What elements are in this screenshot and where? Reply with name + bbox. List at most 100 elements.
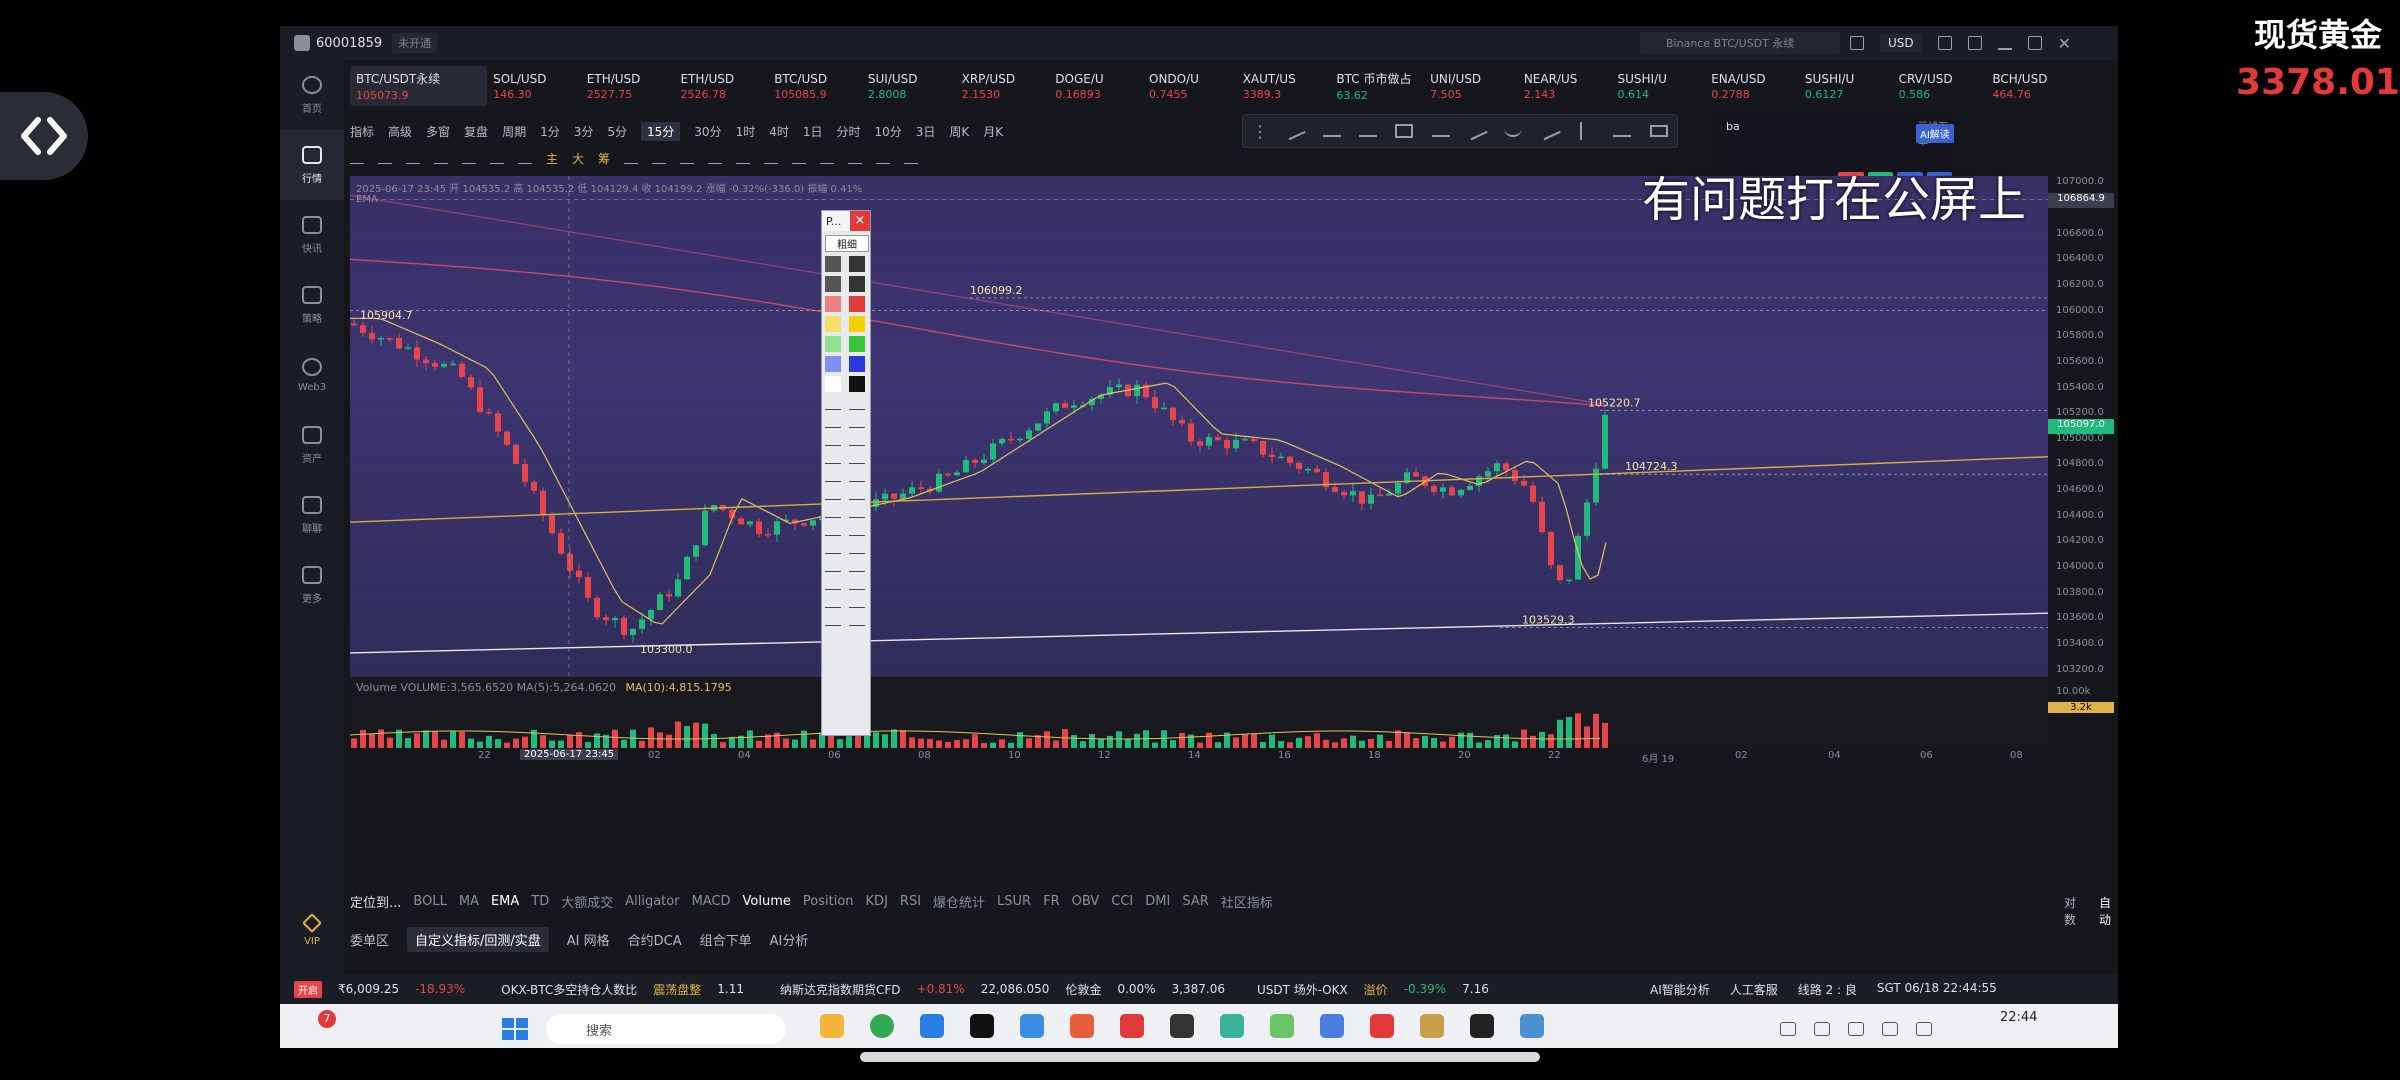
indicator-toggle[interactable]: MA — [459, 894, 479, 909]
color-swatch[interactable] — [825, 356, 841, 372]
channel-tool-icon[interactable] — [462, 152, 476, 164]
interval-button[interactable]: 3分 — [574, 123, 594, 140]
start-button[interactable] — [502, 1018, 528, 1040]
color-swatch[interactable] — [825, 256, 841, 272]
ticker-tab[interactable]: SUSHI/U 0.614 — [1612, 66, 1706, 106]
ticker-tab[interactable]: ONDO/U 0.7455 — [1143, 66, 1237, 106]
order-symbol-input[interactable]: ba — [1726, 120, 1740, 133]
color-swatch[interactable] — [849, 336, 865, 352]
bottom-tab[interactable]: 组合下单 — [700, 930, 752, 949]
battery-icon[interactable] — [1916, 1022, 1932, 1036]
explorer-icon[interactable] — [820, 1014, 844, 1038]
indicator-toggle[interactable]: SAR — [1182, 894, 1208, 909]
ticker-tab[interactable]: XAUT/US 3389.3 — [1237, 66, 1331, 106]
paint-tool-icon[interactable] — [849, 594, 865, 608]
paint-tool-icon[interactable] — [825, 504, 841, 518]
wifi-icon[interactable] — [1848, 1022, 1864, 1036]
paint-tool-icon[interactable] — [849, 540, 865, 554]
image-tool-icon[interactable] — [1649, 125, 1668, 137]
paint-tool-icon[interactable] — [849, 612, 865, 626]
volume-icon[interactable] — [1882, 1022, 1898, 1036]
indicator-toggle[interactable]: Alligator — [625, 894, 679, 909]
paint-tool-icon[interactable] — [849, 396, 865, 410]
mail-icon[interactable] — [1937, 36, 1952, 50]
color-swatch[interactable] — [849, 376, 865, 392]
paint-tool-icon[interactable] — [825, 576, 841, 590]
paint-tool-icon[interactable] — [825, 432, 841, 446]
account-info[interactable]: 60001859 — [294, 35, 382, 51]
price-axis[interactable]: 107000.0 106600.0 106400.0 106200.0 106000.0… — [2048, 176, 2118, 676]
lock-icon[interactable] — [680, 152, 695, 164]
ticker-tab[interactable]: BTC/USD 105085.9 — [768, 66, 862, 106]
app-icon[interactable] — [1420, 1014, 1444, 1038]
color-swatch[interactable] — [825, 316, 841, 332]
connection-line[interactable]: 线路 2 : 良 — [1798, 981, 1857, 998]
sidebar-item-assets[interactable]: 资产 — [280, 410, 344, 480]
toolbar-menu-item[interactable]: 复盘 — [464, 123, 488, 140]
color-swatch[interactable] — [849, 296, 865, 312]
interval-button[interactable]: 15分 — [641, 121, 681, 141]
interval-button[interactable]: 周K — [949, 123, 969, 140]
paint-tool-icon[interactable] — [849, 432, 865, 446]
color-swatch[interactable] — [825, 376, 841, 392]
taskbar-search[interactable]: 搜索 — [546, 1014, 786, 1044]
tray-app-icon[interactable] — [1814, 1022, 1830, 1036]
magnet-icon[interactable] — [624, 152, 639, 164]
ticker-london-gold[interactable]: 伦敦金 — [1065, 981, 1101, 998]
ticker-nasdaq[interactable]: 纳斯达克指数期货CFD — [780, 981, 901, 998]
indicator-toggle[interactable]: OBV — [1072, 894, 1100, 909]
ticker-tab[interactable]: UNI/USD 7.505 — [1424, 66, 1518, 106]
rect-tool-icon[interactable] — [434, 152, 448, 164]
close-icon[interactable]: ✕ — [2058, 34, 2071, 53]
brush-icon[interactable] — [708, 152, 723, 164]
app-icon[interactable] — [1470, 1014, 1494, 1038]
paint-tool-icon[interactable] — [825, 522, 841, 536]
chevron-up-icon[interactable] — [1780, 1022, 1796, 1036]
interval-button[interactable]: 10分 — [875, 123, 902, 140]
arc-tool-icon[interactable] — [1504, 125, 1523, 137]
bell-icon[interactable] — [1850, 36, 1864, 50]
toolbar-menu-item[interactable]: 指标 — [350, 123, 374, 140]
ticker-usdt-otc[interactable]: USDT 场外-OKX — [1257, 981, 1348, 998]
app-icon[interactable] — [1370, 1014, 1394, 1038]
ticker-tab[interactable]: ETH/USD 2527.75 — [581, 66, 675, 106]
paint-panel-titlebar[interactable]: P... × — [822, 211, 870, 231]
indicator-toggle[interactable]: DMI — [1145, 894, 1170, 909]
paint-tool-icon[interactable] — [849, 486, 865, 500]
horizontal-ray-icon[interactable] — [1359, 125, 1378, 137]
app-icon[interactable] — [1120, 1014, 1144, 1038]
interval-button[interactable]: 月K — [983, 123, 1003, 140]
interval-button[interactable]: 1时 — [736, 123, 756, 140]
app-icon[interactable] — [1270, 1014, 1294, 1038]
ticker-tab[interactable]: XRP/USD 2.1530 — [956, 66, 1050, 106]
paint-tool-icon[interactable] — [825, 414, 841, 428]
pen-tool-icon[interactable] — [518, 152, 532, 164]
symbol-search-input[interactable]: Binance BTC/USDT 永续 — [1640, 32, 1840, 54]
customer-service-button[interactable]: 人工客服 — [1730, 981, 1778, 998]
price-range-icon[interactable] — [1613, 125, 1632, 137]
line-tool-icon[interactable] — [350, 152, 364, 164]
ticker-tab[interactable]: NEAR/US 2.143 — [1518, 66, 1612, 106]
diagonal-line-icon[interactable] — [1466, 121, 1488, 141]
ticker-tab[interactable]: BCH/USD 464.76 — [1986, 66, 2080, 106]
toolbar-menu-item[interactable]: 周期 — [502, 123, 526, 140]
indicator-toggle[interactable]: Position — [803, 894, 854, 909]
ruler-icon[interactable] — [764, 152, 779, 164]
paint-tool-icon[interactable] — [825, 396, 841, 410]
paint-tool-icon[interactable] — [849, 450, 865, 464]
ticker-tab[interactable]: SOL/USD 146.30 — [487, 66, 581, 106]
candlestick-chart[interactable]: 106099.2 105904.7 105220.7 104724.3 103529.3… — [349, 176, 2049, 676]
hline-tool-icon[interactable] — [378, 152, 392, 164]
paint-tool-icon[interactable] — [825, 594, 841, 608]
log-scale-toggle[interactable]: 对数 — [2064, 894, 2083, 928]
sidebar-item-web3[interactable]: Web3 — [280, 340, 344, 410]
fib-tool-icon[interactable] — [490, 152, 504, 164]
ticker-tab[interactable]: ETH/USD 2526.78 — [674, 66, 768, 106]
sidebar-item-market[interactable]: 行情 — [280, 130, 344, 200]
app-icon[interactable] — [1070, 1014, 1094, 1038]
pencil-icon[interactable] — [736, 152, 751, 164]
ticker-tab[interactable]: CRV/USD 0.586 — [1893, 66, 1987, 106]
paint-tool-icon[interactable] — [825, 468, 841, 482]
indicator-toggle[interactable]: 爆仓统计 — [933, 892, 985, 911]
main-toggle[interactable]: 主 — [546, 150, 558, 167]
